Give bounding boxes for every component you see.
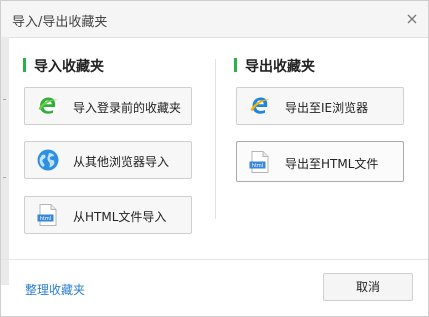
import-section-heading: 导入收藏夹	[23, 56, 104, 76]
footer-divider	[1, 259, 428, 260]
section-divider	[215, 59, 216, 219]
cancel-button[interactable]: 取消	[323, 273, 413, 301]
svg-text:html: html	[252, 163, 263, 169]
button-label: 从其他浏览器导入	[73, 155, 170, 169]
html-file-icon: html	[36, 203, 60, 227]
import-export-favorites-dialog: 导入/导出收藏夹 导入收藏夹 导入登录前的收藏夹 从其他浏览器导入 html 从…	[0, 0, 429, 317]
button-label: 从HTML文件导入	[73, 210, 167, 224]
button-label: 导入登录前的收藏夹	[73, 101, 182, 115]
background-window-edge	[1, 37, 9, 285]
browser-e-green-icon	[36, 94, 60, 118]
export-to-html-button[interactable]: html 导出至HTML文件	[236, 141, 404, 182]
title-bar: 导入/导出收藏夹	[1, 1, 428, 38]
close-icon[interactable]	[404, 11, 420, 27]
html-file-icon: html	[248, 150, 272, 174]
organize-favorites-link[interactable]: 整理收藏夹	[25, 281, 85, 298]
svg-text:html: html	[40, 216, 51, 222]
dialog-title: 导入/导出收藏夹	[12, 15, 108, 30]
globe-icon	[36, 148, 60, 172]
export-to-ie-button[interactable]: 导出至IE浏览器	[236, 87, 404, 125]
import-before-login-button[interactable]: 导入登录前的收藏夹	[24, 87, 192, 125]
import-from-other-browser-button[interactable]: 从其他浏览器导入	[24, 141, 192, 179]
button-label: 导出至IE浏览器	[285, 101, 369, 115]
ie-icon	[248, 94, 272, 118]
export-section-heading: 导出收藏夹	[234, 56, 315, 76]
import-from-html-button[interactable]: html 从HTML文件导入	[24, 196, 192, 234]
button-label: 导出至HTML文件	[285, 157, 379, 171]
